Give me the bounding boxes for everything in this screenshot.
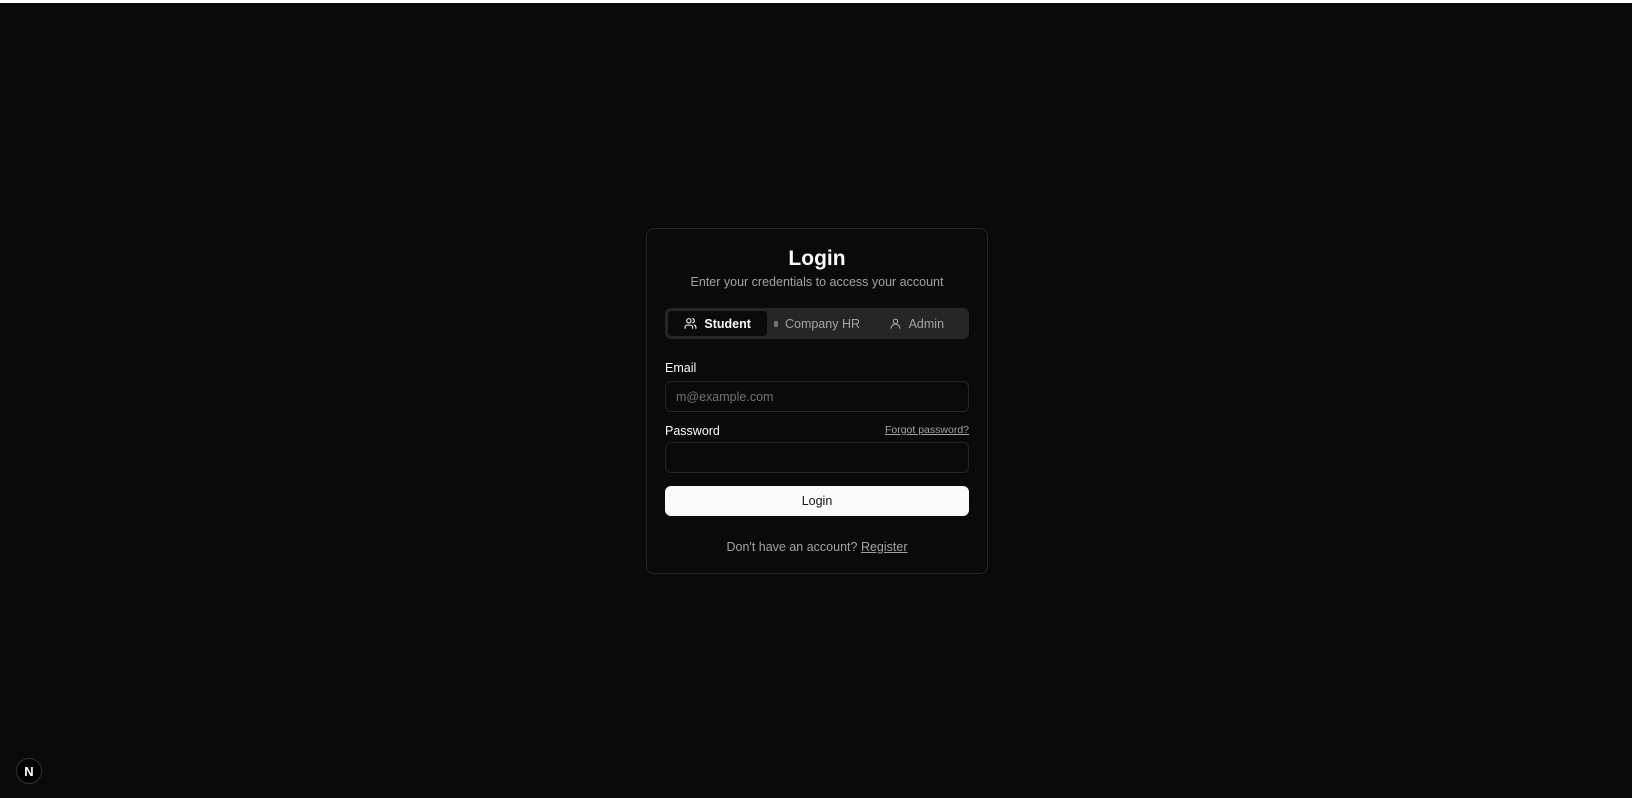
tab-company-hr[interactable]: Company HR [767,311,866,336]
tab-admin[interactable]: Admin [867,311,966,336]
forgot-password-link[interactable]: Forgot password? [885,424,969,436]
password-field[interactable] [665,442,969,473]
users-icon [684,318,697,329]
email-label: Email [665,361,697,375]
login-card: Login Enter your credentials to access y… [646,228,988,574]
user-icon [890,318,900,329]
tab-student-label: Student [704,316,751,331]
page-title: Login [788,247,846,270]
email-field[interactable] [665,381,969,412]
page-subtitle: Enter your credentials to access your ac… [690,275,944,289]
building-icon [773,320,778,327]
top-edge-strip [0,0,1632,3]
tab-company-hr-label: Company HR [784,316,860,331]
register-prompt: Don't have an account? Register [647,540,987,554]
register-link[interactable]: Register [861,540,908,554]
password-label: Password [665,424,720,438]
role-tabs: Student Company HR Admin [665,308,969,339]
register-prompt-text: Don't have an account? [726,540,861,554]
nextjs-icon[interactable]: N [16,758,42,784]
login-button[interactable]: Login [665,486,969,516]
tab-admin-label: Admin [908,316,945,331]
dev-badge-label: N [24,763,34,779]
tab-student[interactable]: Student [668,311,768,336]
